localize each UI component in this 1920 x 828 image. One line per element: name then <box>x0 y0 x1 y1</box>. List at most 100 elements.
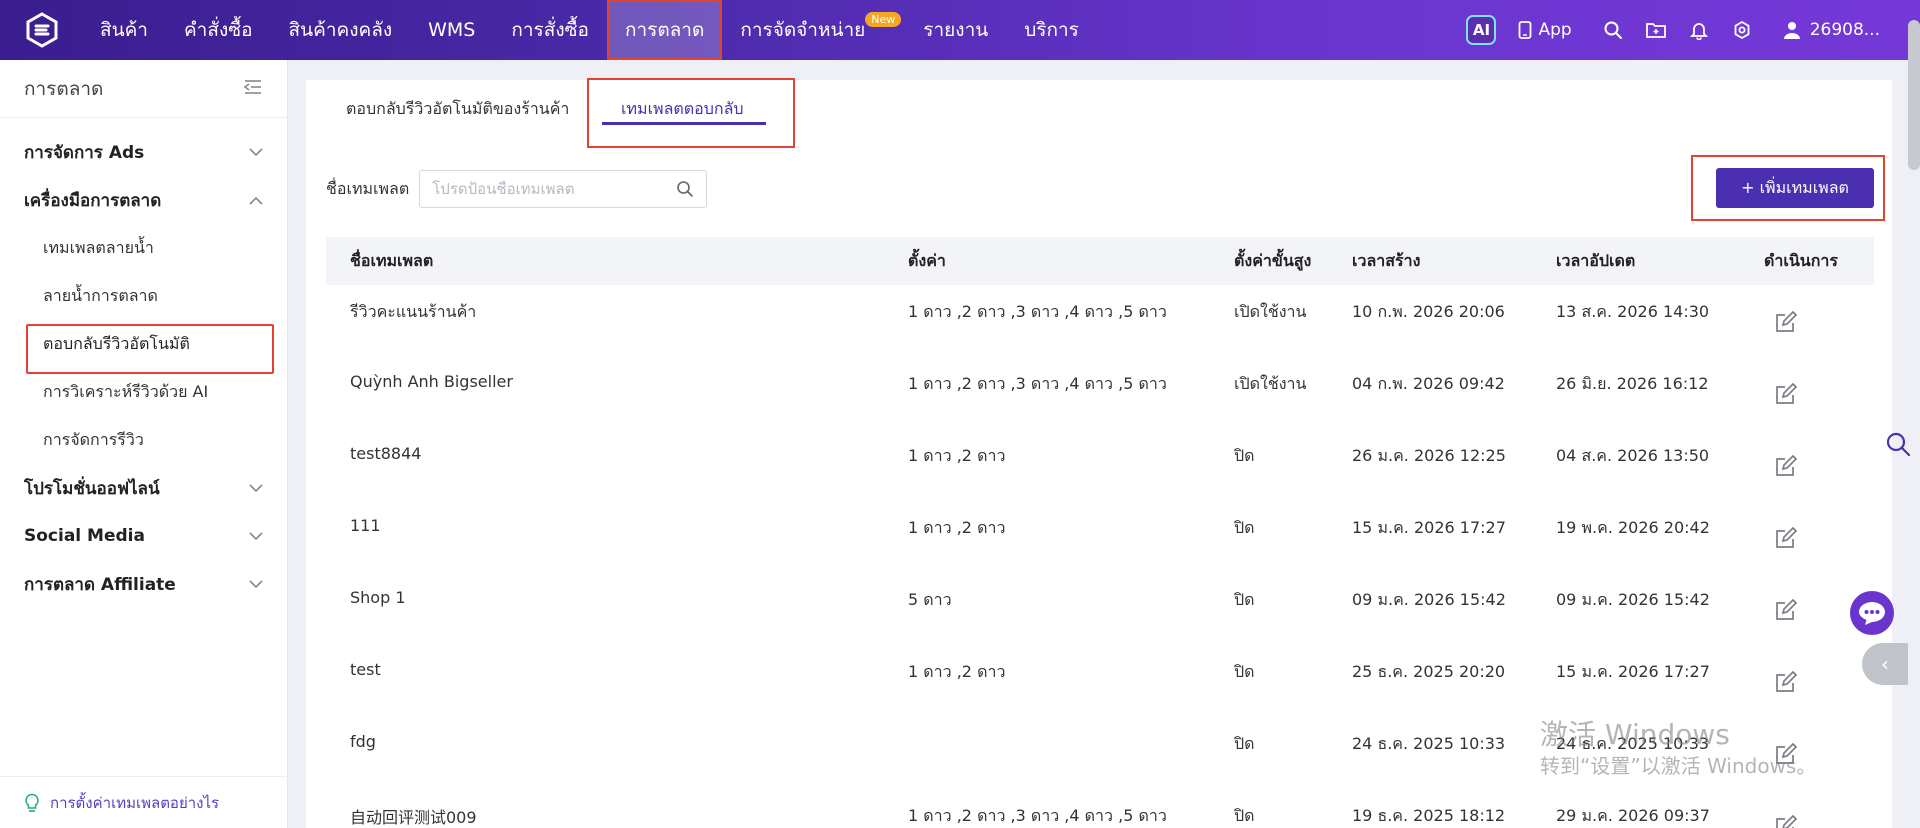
column-header: ดำเนินการ <box>1764 250 1838 270</box>
search-icon[interactable] <box>1602 19 1624 41</box>
table-cell: 25 ธ.ค. 2025 20:20 <box>1352 662 1506 681</box>
sidebar-item-auto-review-reply[interactable]: ตอบกลับรีวิวอัตโนมัติ <box>0 320 287 374</box>
nav-item-purchase[interactable]: การสั่งซื้อ <box>493 0 607 60</box>
tab-shop-auto-review-reply[interactable]: ตอบกลับรีวิวอัตโนมัติของร้านค้า <box>346 92 569 126</box>
column-header: ตั้งค่า <box>908 250 946 270</box>
nav-item-inventory[interactable]: สินค้าคงคลัง <box>271 0 411 60</box>
chevron-down-icon <box>249 147 263 156</box>
user-menu[interactable]: 26908... <box>1782 20 1880 40</box>
sidebar-item-label: การจัดการรีวิว <box>43 429 144 449</box>
template-table: ชื่อเทมเพลต ตั้งค่า ตั้งค่าขั้นสูง เวลาส… <box>326 237 1874 828</box>
edit-icon[interactable] <box>1774 310 1798 334</box>
ai-label: AI <box>1472 21 1491 39</box>
sidebar-group-social-media[interactable]: Social Media <box>0 512 287 560</box>
sidebar-item-marketing-watermark[interactable]: ลายน้ำการตลาด <box>0 272 287 320</box>
action-cell <box>1764 804 1874 828</box>
edit-icon[interactable] <box>1774 526 1798 550</box>
main-panel: ตอบกลับรีวิวอัตโนมัติของร้านค้า เทมเพลตต… <box>306 78 1892 828</box>
edit-icon[interactable] <box>1774 742 1798 766</box>
sidebar-item-ai-review-analysis[interactable]: การวิเคราะห์รีวิวด้วย AI <box>0 368 287 416</box>
table-cell: 04 ก.พ. 2026 09:42 <box>1352 374 1505 393</box>
action-cell <box>1764 444 1874 482</box>
nav-label: สินค้า <box>100 19 148 41</box>
action-cell <box>1764 372 1874 410</box>
user-icon <box>1783 22 1800 39</box>
table-cell: 24 ธ.ค. 2025 10:33 <box>1556 734 1710 753</box>
nav-label: คำสั่งซื้อ <box>183 19 253 41</box>
column-header: ชื่อเทมเพลต <box>350 250 434 270</box>
nav-item-reports[interactable]: รายงาน <box>905 0 1006 60</box>
table-row: test 1 ดาว ,2 ดาว ปิด 25 ธ.ค. 2025 20:20 15 … <box>326 645 1874 717</box>
tab-label: ตอบกลับรีวิวอัตโนมัติของร้านค้า <box>346 98 570 118</box>
edit-icon[interactable] <box>1774 598 1798 622</box>
sidebar-group-label: การจัดการ Ads <box>24 142 145 163</box>
chat-support-icon[interactable] <box>1850 591 1894 635</box>
bigseller-logo-icon[interactable] <box>20 8 64 52</box>
sidebar-menu: การจัดการ Ads เครื่องมือการตลาด เทมเพลตล… <box>0 118 287 608</box>
table-cell: 26 ม.ค. 2026 12:25 <box>1352 446 1506 465</box>
table-row: test8844 1 ดาว ,2 ดาว ปิด 26 ม.ค. 2026 12:2… <box>326 429 1874 501</box>
new-badge: New <box>865 12 902 27</box>
table-cell: ปิด <box>1234 446 1255 465</box>
sidebar-group-offline-promotion[interactable]: โปรโมชั่นออฟไลน์ <box>0 464 287 512</box>
chevron-down-icon <box>249 531 263 540</box>
ai-button[interactable]: AI <box>1466 15 1497 45</box>
sidebar-group-label: เครื่องมือการตลาด <box>24 190 162 211</box>
folder-icon[interactable] <box>1645 19 1667 41</box>
side-panel-toggle[interactable]: ‹ <box>1862 643 1908 685</box>
sidebar-group-label: Social Media <box>24 526 145 546</box>
edit-icon[interactable] <box>1774 454 1798 478</box>
table-cell: เปิดใช้งาน <box>1234 374 1307 393</box>
edit-icon[interactable] <box>1774 670 1798 694</box>
floating-search-icon[interactable] <box>1884 430 1912 458</box>
sidebar-item-review-management[interactable]: การจัดการรีวิว <box>0 416 287 464</box>
highlight-box <box>587 78 795 148</box>
table-cell: 自动回评测试009 <box>350 808 477 827</box>
sidebar-item-watermark-template[interactable]: เทมเพลตลายน้ำ <box>0 224 287 272</box>
table-cell: fdg <box>350 732 376 751</box>
table-cell: 1 ดาว ,2 ดาว ,3 ดาว ,4 ดาว ,5 ดาว <box>908 374 1167 393</box>
sidebar-item-label: ลายน้ำการตลาด <box>43 285 158 305</box>
template-search-box <box>419 170 708 208</box>
table-cell: ปิด <box>1234 806 1255 825</box>
collapse-menu-icon[interactable] <box>243 78 263 100</box>
template-name-input[interactable] <box>432 180 663 198</box>
add-template-button[interactable]: + เพิ่มเทมเพลต <box>1716 168 1874 208</box>
table-cell: ปิด <box>1234 734 1255 753</box>
table-cell: Quỳnh Anh Bigseller <box>350 372 513 391</box>
table-row: Quỳnh Anh Bigseller 1 ดาว ,2 ดาว ,3 ดาว ,… <box>326 357 1874 429</box>
help-link[interactable]: การตั้งค่าเทมเพลตอย่างไร <box>0 776 288 828</box>
action-cell <box>1764 516 1874 554</box>
table-cell: 111 <box>350 516 381 535</box>
nav-item-distribution[interactable]: การจัดจำหน่าย New <box>722 0 902 60</box>
edit-icon[interactable] <box>1774 814 1798 828</box>
app-button[interactable]: App <box>1518 20 1572 40</box>
filter-bar: ชื่อเทมเพลต <box>326 170 708 208</box>
sidebar-group-ads[interactable]: การจัดการ Ads <box>0 128 287 176</box>
sidebar-header: การตลาด <box>0 60 287 118</box>
nav-label: สินค้าคงคลัง <box>288 19 393 41</box>
table-cell: ปิด <box>1234 518 1255 537</box>
table-cell: 1 ดาว ,2 ดาว ,3 ดาว ,4 ดาว ,5 ดาว <box>908 302 1167 321</box>
column-header: ตั้งค่าขั้นสูง <box>1234 250 1312 270</box>
nav-item-marketing[interactable]: การตลาด <box>606 0 723 60</box>
table-cell: 15 ม.ค. 2026 17:27 <box>1352 518 1506 537</box>
template-name-label: ชื่อเทมเพลต <box>326 178 410 198</box>
gear-icon[interactable] <box>1731 19 1753 41</box>
top-right-tools: AI App 26908... <box>1466 0 1920 60</box>
chevron-up-icon <box>249 196 263 205</box>
edit-icon[interactable] <box>1774 382 1798 406</box>
table-cell: 26 มิ.ย. 2026 16:12 <box>1556 374 1709 393</box>
nav-item-orders[interactable]: คำสั่งซื้อ <box>166 0 271 60</box>
nav-item-services[interactable]: บริการ <box>1006 0 1097 60</box>
table-cell: 09 ม.ค. 2026 15:42 <box>1556 590 1710 609</box>
table-row: fdg ปิด 24 ธ.ค. 2025 10:33 24 ธ.ค. 2025 10:… <box>326 717 1874 789</box>
sidebar-group-affiliate[interactable]: การตลาด Affiliate <box>0 560 287 608</box>
table-cell: 19 พ.ค. 2026 20:42 <box>1556 518 1710 537</box>
bell-icon[interactable] <box>1688 19 1710 41</box>
page-scrollbar[interactable] <box>1908 20 1920 170</box>
search-icon[interactable] <box>676 180 694 198</box>
sidebar-group-marketing-tools[interactable]: เครื่องมือการตลาด <box>0 176 287 224</box>
nav-item-wms[interactable]: WMS <box>410 0 493 60</box>
nav-item-products[interactable]: สินค้า <box>82 0 166 60</box>
